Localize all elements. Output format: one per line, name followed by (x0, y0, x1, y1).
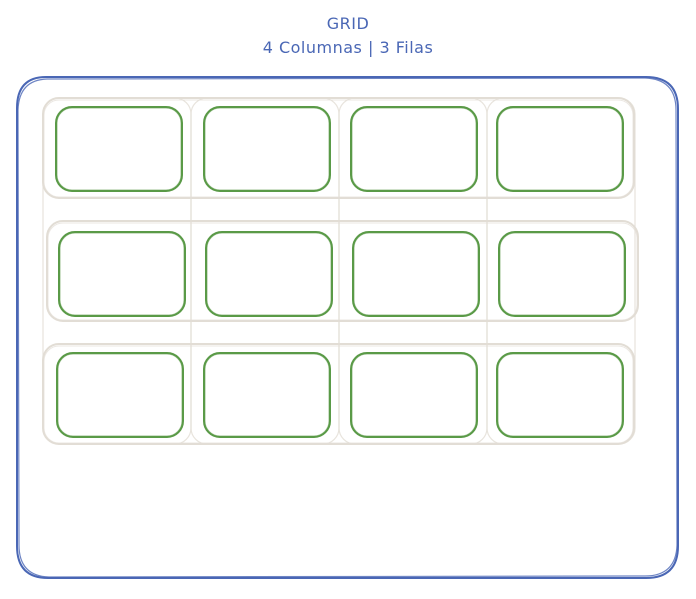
grid-cell-sketch (204, 353, 330, 437)
grid-cell (58, 231, 186, 317)
grid-cell (350, 352, 478, 438)
grid-cell (350, 106, 478, 192)
grid-cell-sketch (206, 232, 332, 316)
grid-cell-sketch (59, 232, 185, 316)
grid-cells (55, 106, 626, 438)
grid-cell-sketch (497, 353, 623, 437)
grid-cell-sketch (353, 232, 479, 316)
column-track (338, 97, 488, 445)
row-track-sketch (47, 222, 638, 321)
grid-tracks (42, 97, 639, 445)
column-track (486, 97, 636, 445)
grid-cell-sketch (351, 353, 477, 437)
grid-cell-sketch (204, 107, 330, 191)
grid-cell-sketch (351, 107, 477, 191)
row-track (46, 220, 639, 322)
grid-cell-sketch (499, 232, 625, 316)
grid-cell (498, 231, 626, 317)
grid-cell (496, 352, 624, 438)
grid-cell-sketch (497, 107, 623, 191)
column-track (42, 97, 192, 445)
grid-container (16, 76, 679, 579)
grid-cell-sketch (56, 107, 182, 191)
grid-cell (203, 106, 331, 192)
grid-diagram (16, 76, 679, 579)
grid-cell-sketch (57, 353, 183, 437)
grid-cell (205, 231, 333, 317)
grid-cell (203, 352, 331, 438)
grid-cell (352, 231, 480, 317)
grid-cell (55, 106, 183, 192)
grid-cell (56, 352, 184, 438)
grid-cell (496, 106, 624, 192)
column-track (190, 97, 340, 445)
